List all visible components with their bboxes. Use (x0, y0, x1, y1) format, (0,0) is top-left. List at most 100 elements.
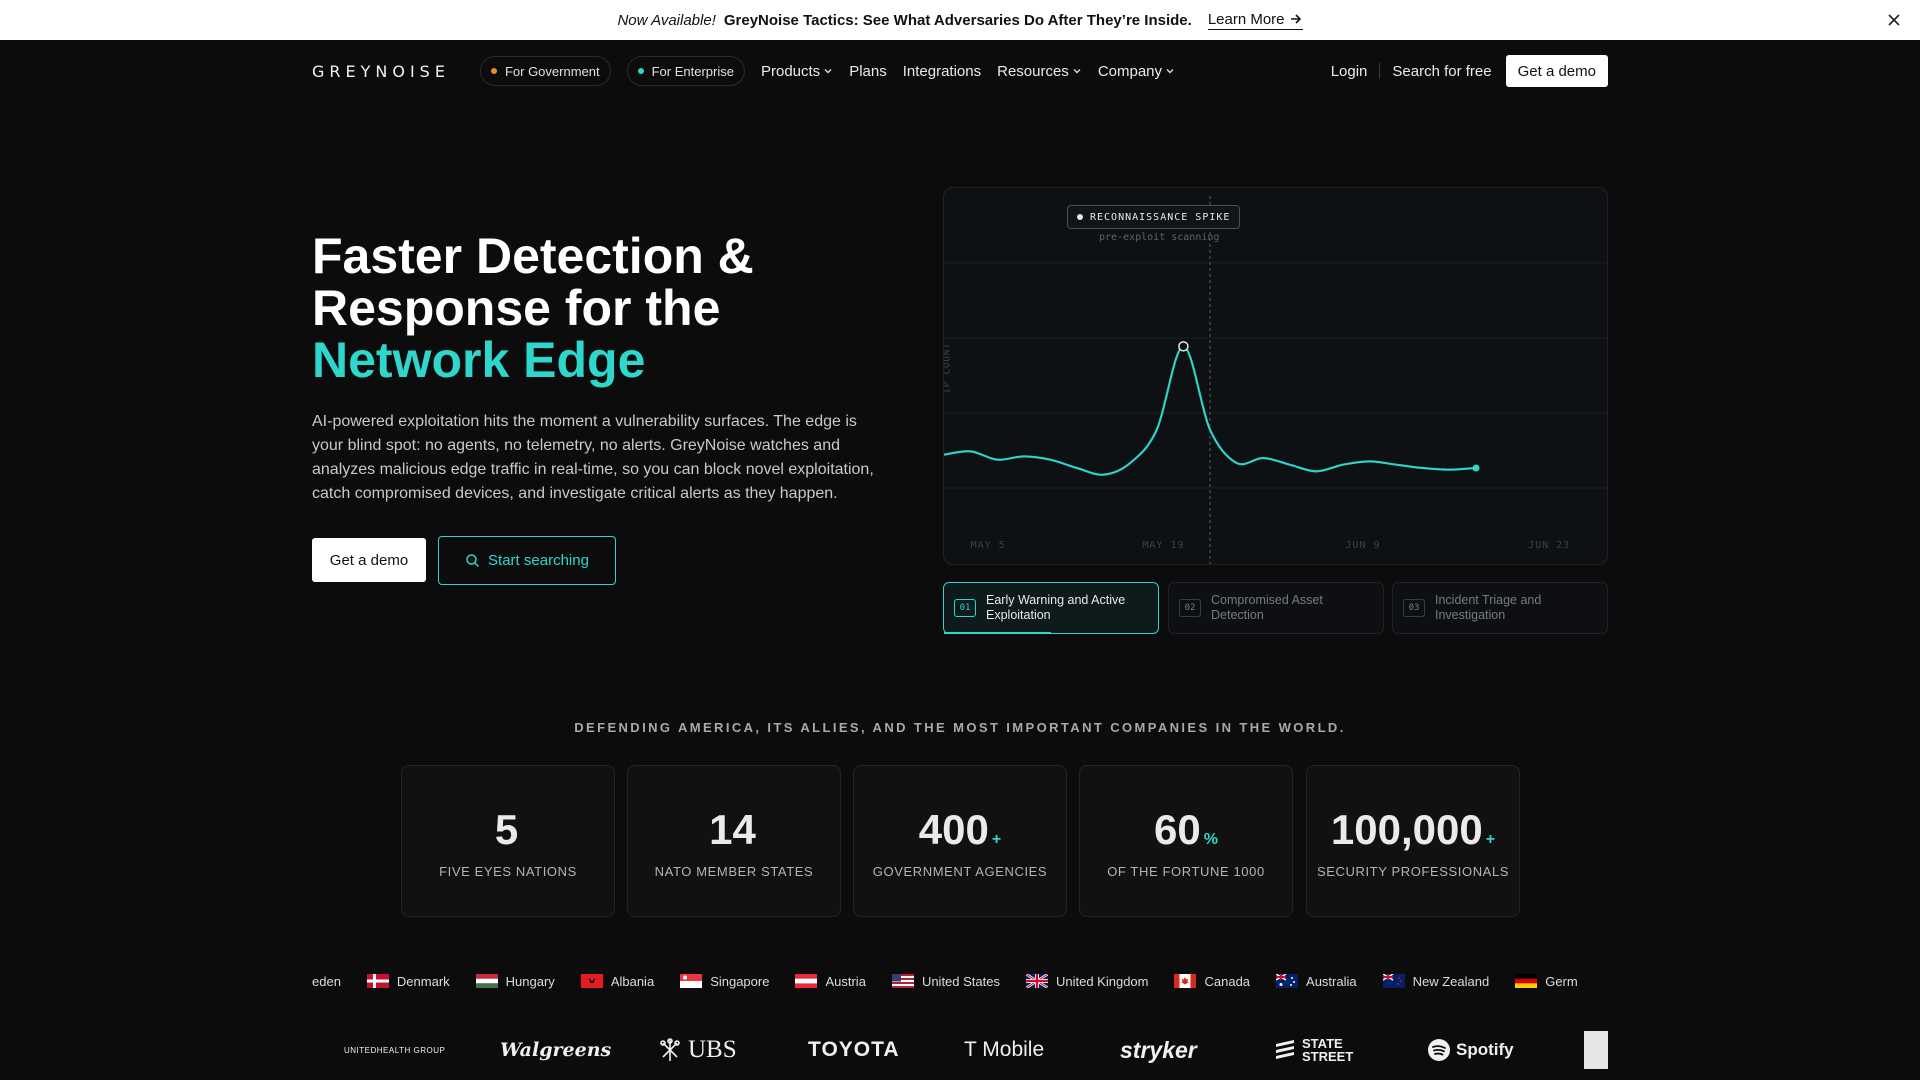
stat-number: 60 (1154, 806, 1201, 853)
singapore-flag-icon (680, 974, 703, 988)
close-icon[interactable] (1884, 10, 1904, 30)
logo-text: stryker (1120, 1036, 1197, 1063)
unitedhealth-logo: UNITEDHEALTH GROUP (344, 1030, 445, 1070)
nav-integrations[interactable]: Integrations (903, 63, 981, 80)
hero-description: AI-powered exploitation hits the moment … (312, 413, 874, 502)
nav-right: Login Search for free Get a demo (1331, 55, 1608, 87)
stat-caption: OF THE FORTUNE 1000 (1107, 864, 1265, 879)
australia-flag-icon (1276, 974, 1299, 988)
nav-plans[interactable]: Plans (849, 63, 887, 80)
stat-caption: GOVERNMENT AGENCIES (872, 864, 1048, 879)
end-point (1472, 464, 1480, 472)
for-government-pill[interactable]: For Government (479, 56, 611, 86)
tab-incident-triage[interactable]: 03 Incident Triage and Investigation (1392, 582, 1608, 634)
logo-text: UBS (688, 1036, 737, 1063)
reconnaissance-spike-label: RECONNAISSANCE SPIKE (1067, 205, 1241, 229)
stat-value: 14 (628, 806, 840, 854)
country-denmark: Denmark (366, 973, 450, 989)
arrow-right-icon (1290, 14, 1301, 24)
x-tick-label: JUN 23 (1528, 540, 1570, 551)
learn-more-label: Learn More (1207, 10, 1285, 28)
stat-value: 60% (1080, 806, 1292, 854)
germany-flag-icon (1515, 974, 1538, 988)
spotify-icon (1428, 1039, 1450, 1061)
tab-label: Incident Triage and Investigation (1435, 593, 1542, 622)
announcement-bar: Now Available! GreyNoise Tactics: See Wh… (0, 0, 1920, 40)
stat-nato: 14 NATO MEMBER STATES (627, 765, 841, 917)
hero-title: Faster Detection & Response for the Netw… (312, 230, 832, 386)
chevron-down-icon (1166, 69, 1174, 74)
x-tick-label: MAY 19 (1142, 540, 1184, 551)
search-for-free-link[interactable]: Search for free (1392, 63, 1491, 80)
logo-text: UNITEDHEALTH GROUP (344, 1045, 446, 1055)
enterprise-dot-icon (637, 68, 644, 74)
for-government-label: For Government (504, 63, 600, 79)
stat-caption: FIVE EYES NATIONS (439, 864, 577, 879)
stat-suffix: + (1485, 831, 1496, 848)
stryker-logo: stryker (1120, 1030, 1197, 1070)
ubs-keys-icon (660, 1038, 680, 1061)
state-street-logo: STATE STREET (1274, 1030, 1358, 1070)
partial-logo (1584, 1030, 1608, 1070)
partial-logo-mark (1584, 1031, 1608, 1069)
for-enterprise-pill[interactable]: For Enterprise (626, 56, 745, 86)
stat-security-pros: 100,000 + SECURITY PROFESSIONALS (1306, 765, 1520, 917)
denmark-flag-icon (366, 974, 389, 988)
country-austria: Austria (795, 973, 866, 989)
stat-suffix: + (991, 831, 1002, 848)
hero-title-line2: Response for the (312, 280, 721, 336)
tab-label: Compromised Asset Detection (1211, 593, 1323, 622)
country-united-states: United States (891, 973, 1000, 989)
tab-compromised-asset[interactable]: 02 Compromised Asset Detection (1168, 582, 1384, 634)
hero-title-line1: Faster Detection & (312, 228, 754, 284)
nav-products[interactable]: Products (761, 63, 833, 80)
country-name: New Zealand (1412, 973, 1490, 989)
logo-text: Walgreens (500, 1039, 612, 1061)
country-name: Canada (1204, 973, 1251, 989)
hero-title-accent: Network Edge (312, 332, 646, 388)
country-sweden: eden (312, 974, 341, 989)
spike-sublabel: pre-exploit scanning (1099, 232, 1220, 243)
stat-suffix: % (1203, 831, 1218, 848)
state-street-mark-icon (1276, 1040, 1294, 1059)
get-demo-button[interactable]: Get a demo (312, 538, 426, 582)
country-name: United States (921, 973, 1000, 989)
get-demo-nav-button[interactable]: Get a demo (1505, 55, 1608, 87)
spike-label-text: RECONNAISSANCE SPIKE (1090, 211, 1231, 223)
main-nav: GREYNOISE For Government For Enterprise … (312, 40, 1608, 102)
united-kingdom-flag-icon (1025, 974, 1048, 988)
ubs-logo: UBS (658, 1030, 737, 1070)
country-germany: Germ (1515, 974, 1578, 989)
stat-caption: SECURITY PROFESSIONALS (1316, 864, 1510, 879)
x-tick-label: MAY 5 (971, 540, 1006, 551)
start-searching-button[interactable]: Start searching (438, 536, 616, 585)
country-name: Denmark (396, 973, 450, 989)
country-name: Australia (1306, 973, 1357, 989)
austria-flag-icon (795, 974, 818, 988)
nav-products-label: Products (760, 62, 821, 80)
country-name: Singapore (710, 973, 770, 989)
nav-resources-label: Resources (997, 62, 1069, 80)
login-link[interactable]: Login (1331, 63, 1368, 80)
nav-company[interactable]: Company (1098, 63, 1175, 80)
announcement-now-available: Now Available! (617, 11, 716, 29)
hungary-flag-icon (475, 974, 498, 988)
learn-more-link[interactable]: Learn More (1207, 10, 1303, 30)
country-name: Austria (825, 973, 866, 989)
peak-point (1178, 341, 1189, 352)
stat-value: 5 (402, 806, 614, 854)
stat-number: 5 (494, 806, 519, 853)
nav-separator (1379, 63, 1381, 79)
country-hungary: Hungary (475, 974, 555, 989)
stat-number: 14 (709, 806, 756, 853)
greynoise-logo[interactable]: GREYNOISE (312, 62, 450, 81)
stat-value: 400 + (854, 806, 1066, 854)
country-new-zealand: New Zealand (1382, 973, 1490, 989)
country-name: Albania (610, 973, 655, 989)
stat-caption: NATO MEMBER STATES (654, 864, 814, 879)
countries-row: eden Denmark Hungary Albania Singapore A… (312, 968, 1604, 994)
nav-resources[interactable]: Resources (997, 63, 1082, 80)
countries-marquee: eden Denmark Hungary Albania Singapore A… (312, 968, 1608, 994)
start-searching-label: Start searching (488, 552, 589, 569)
tab-early-warning[interactable]: 01 Early Warning and Active Exploitation (943, 582, 1159, 634)
